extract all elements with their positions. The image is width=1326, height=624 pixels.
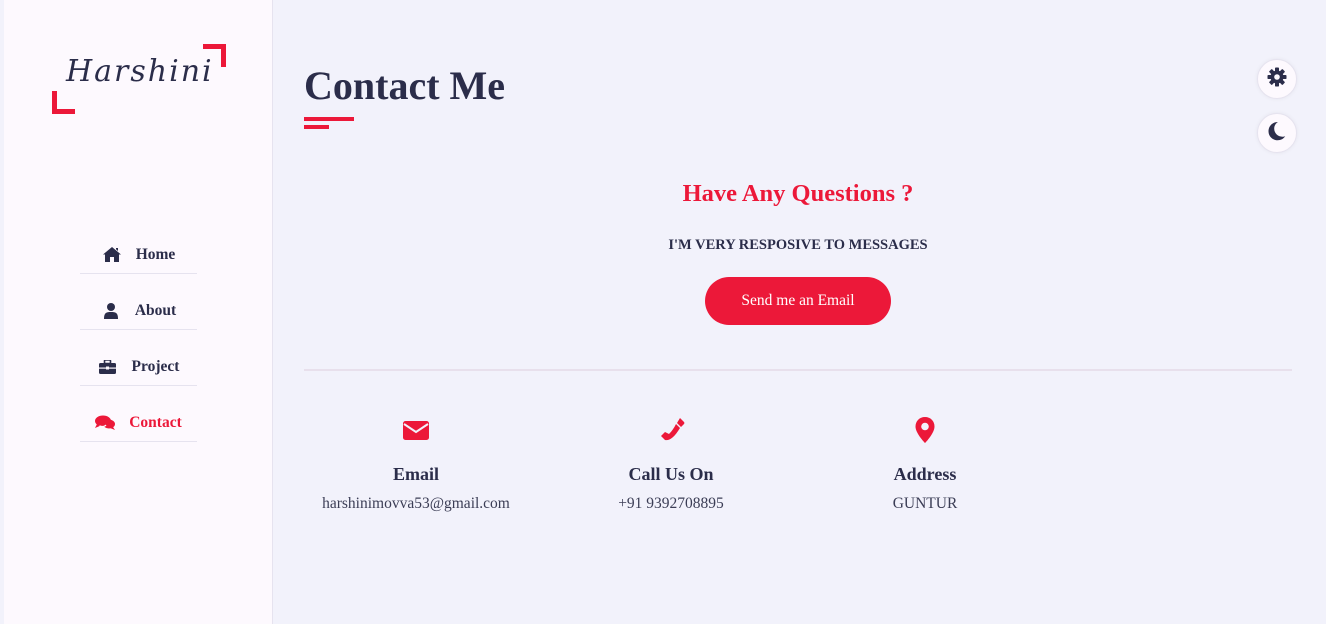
section-divider bbox=[304, 369, 1292, 371]
sidebar-item-contact[interactable]: Contact bbox=[80, 404, 197, 442]
contact-value: GUNTUR bbox=[892, 495, 958, 512]
sidebar-item-project[interactable]: Project bbox=[80, 348, 197, 386]
title-underline-short bbox=[304, 125, 329, 129]
sidebar-item-label: Home bbox=[135, 245, 176, 263]
sidebar: Harshini Home About Project Contact bbox=[4, 0, 273, 624]
logo-text: Harshini bbox=[66, 54, 214, 89]
contact-value[interactable]: +91 9392708895 bbox=[551, 495, 791, 513]
moon-icon bbox=[1267, 121, 1287, 146]
contact-label: Call Us On bbox=[628, 464, 714, 484]
app: Harshini Home About Project Contact Cont… bbox=[0, 0, 1326, 624]
home-icon bbox=[102, 246, 122, 264]
send-email-button[interactable]: Send me an Email bbox=[705, 277, 891, 325]
theme-toggle-button[interactable] bbox=[1257, 113, 1297, 153]
map-pin-icon bbox=[911, 416, 939, 444]
logo-corner-bottom-left bbox=[52, 91, 75, 114]
contact-address: Address GUNTUR bbox=[805, 416, 1045, 513]
main-content: Contact Me Have Any Questions ? I'M VERY… bbox=[304, 0, 1294, 624]
envelope-icon bbox=[402, 416, 430, 444]
contact-phone: Call Us On +91 9392708895 bbox=[551, 416, 791, 513]
sidebar-item-home[interactable]: Home bbox=[80, 236, 197, 274]
responsive-subtitle: I'M VERY RESPOSIVE TO MESSAGES bbox=[668, 237, 928, 253]
sidebar-item-about[interactable]: About bbox=[80, 292, 197, 330]
contact-label: Email bbox=[392, 464, 439, 484]
comments-icon bbox=[95, 414, 116, 432]
title-underline bbox=[304, 117, 354, 121]
gear-icon bbox=[1267, 67, 1287, 92]
phone-icon bbox=[657, 416, 685, 444]
sidebar-item-label: About bbox=[134, 301, 177, 319]
page-title: Contact Me bbox=[304, 63, 506, 108]
contact-value[interactable]: harshinimovva53@gmail.com bbox=[296, 495, 536, 513]
settings-button[interactable] bbox=[1257, 59, 1297, 99]
contact-email: Email harshinimovva53@gmail.com bbox=[296, 416, 536, 513]
logo[interactable]: Harshini bbox=[52, 44, 226, 114]
sidebar-nav: Home About Project Contact bbox=[80, 236, 197, 460]
questions-heading: Have Any Questions ? bbox=[682, 180, 914, 207]
user-icon bbox=[101, 302, 121, 320]
contact-label: Address bbox=[893, 464, 957, 484]
briefcase-icon bbox=[98, 358, 118, 376]
sidebar-item-label: Contact bbox=[129, 413, 182, 431]
sidebar-item-label: Project bbox=[131, 357, 180, 375]
